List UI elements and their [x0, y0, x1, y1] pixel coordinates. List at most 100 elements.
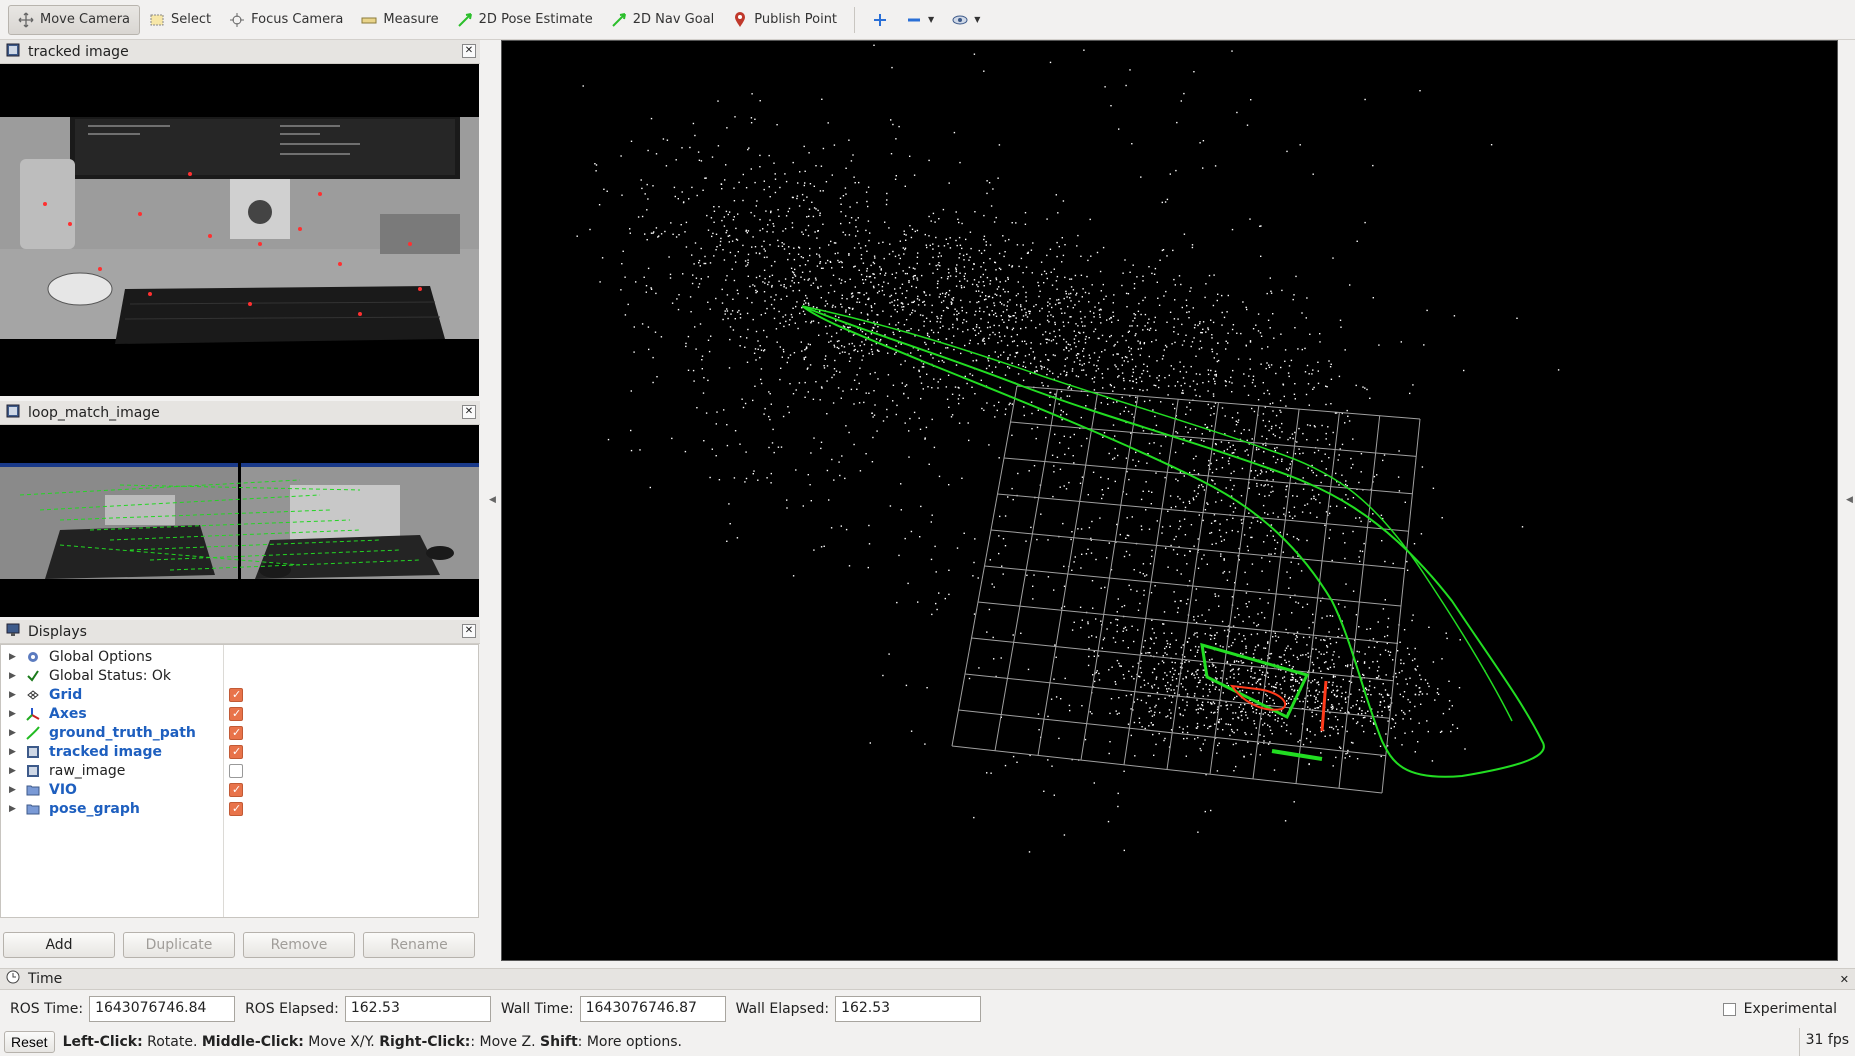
remove-button[interactable]: Remove: [243, 932, 355, 958]
display-checkbox[interactable]: [229, 687, 243, 702]
folder-icon: [25, 782, 41, 798]
display-item-global-status[interactable]: ▶ Global Status: Ok: [1, 666, 478, 685]
feature-point: [1240, 660, 1242, 662]
expand-arrow-icon[interactable]: ▶: [9, 728, 21, 738]
display-checkbox[interactable]: [229, 782, 243, 797]
nav-goal-tool[interactable]: 2D Nav Goal: [602, 5, 724, 35]
add-button[interactable]: Add: [3, 932, 115, 958]
feature-point: [1374, 733, 1376, 735]
feature-point: [1340, 695, 1343, 698]
feature-point: [1260, 255, 1262, 257]
select-tool[interactable]: Select: [140, 5, 220, 35]
display-item-axes[interactable]: ▶ Axes: [1, 704, 478, 723]
feature-point: [1265, 631, 1267, 634]
view-tool-button[interactable]: ▼: [943, 5, 989, 35]
ros-time-field[interactable]: 1643076746.84: [89, 996, 236, 1022]
expand-arrow-icon[interactable]: ▶: [9, 804, 21, 814]
feature-point: [925, 244, 927, 246]
expand-arrow-icon[interactable]: ▶: [9, 766, 21, 776]
feature-point: [726, 275, 728, 277]
feature-point: [909, 225, 911, 227]
expand-arrow-icon[interactable]: ▶: [9, 747, 21, 757]
3d-viewport[interactable]: [501, 3, 1838, 961]
expand-arrow-icon[interactable]: ▶: [9, 709, 21, 719]
rename-button[interactable]: Rename: [363, 932, 475, 958]
feature-point: [1091, 520, 1093, 523]
feature-point: [854, 286, 856, 288]
feature-point: [1223, 570, 1226, 573]
feature-point: [1045, 416, 1047, 419]
expand-arrow-icon[interactable]: ▶: [9, 690, 21, 700]
feature-point: [1102, 387, 1104, 389]
remove-tool-button[interactable]: ▼: [897, 5, 943, 35]
add-tool-button[interactable]: [863, 5, 897, 35]
display-item-ground-truth-path[interactable]: ▶ ground_truth_path: [1, 723, 478, 742]
display-item-pose-graph[interactable]: ▶ pose_graph: [1, 799, 478, 818]
display-item-grid[interactable]: ▶ Grid: [1, 685, 478, 704]
expand-arrow-icon[interactable]: ▶: [9, 652, 21, 662]
display-item-tracked-image[interactable]: ▶ tracked image: [1, 742, 478, 761]
feature-point: [1247, 669, 1249, 672]
focus-camera-tool[interactable]: Focus Camera: [220, 5, 352, 35]
feature-point: [1025, 296, 1027, 298]
display-item-global-options[interactable]: ▶ Global Options: [1, 647, 478, 666]
path-icon: [25, 725, 41, 741]
display-item-raw-image[interactable]: ▶ raw_image: [1, 761, 478, 780]
display-checkbox[interactable]: [229, 763, 243, 778]
wall-time-field[interactable]: 1643076746.87: [579, 996, 726, 1022]
display-checkbox[interactable]: [229, 725, 243, 740]
close-icon[interactable]: ✕: [462, 44, 476, 58]
feature-point: [855, 226, 857, 228]
feature-point: [1144, 640, 1146, 642]
feature-point: [1355, 517, 1357, 519]
collapse-right-handle[interactable]: ◀: [1846, 495, 1853, 505]
measure-tool[interactable]: Measure: [352, 5, 447, 35]
ros-elapsed-field[interactable]: 162.53: [344, 996, 491, 1022]
feature-point: [875, 338, 878, 340]
feature-point: [1394, 722, 1397, 724]
feature-point: [1202, 140, 1205, 142]
feature-point: [1043, 282, 1045, 284]
expand-arrow-icon[interactable]: ▶: [9, 671, 21, 681]
feature-point: [1202, 519, 1204, 522]
feature-point: [980, 379, 982, 381]
feature-point: [906, 272, 908, 275]
display-checkbox[interactable]: [229, 801, 243, 816]
duplicate-button[interactable]: Duplicate: [123, 932, 235, 958]
feature-point: [1132, 459, 1134, 461]
feature-point: [635, 281, 637, 283]
close-icon[interactable]: ✕: [462, 624, 476, 638]
feature-point: [1142, 329, 1144, 331]
move-camera-tool[interactable]: Move Camera: [8, 4, 141, 35]
feature-point: [1133, 721, 1136, 724]
feature-point: [1159, 259, 1161, 261]
pose-estimate-tool[interactable]: 2D Pose Estimate: [448, 5, 602, 35]
close-icon[interactable]: ✕: [1840, 973, 1849, 986]
feature-point: [1092, 607, 1094, 609]
feature-point: [1066, 371, 1068, 374]
wall-elapsed-field[interactable]: 162.53: [835, 996, 982, 1022]
expand-arrow-icon[interactable]: ▶: [9, 785, 21, 795]
publish-point-tool[interactable]: Publish Point: [723, 5, 846, 35]
feature-point: [745, 265, 747, 267]
feature-point: [773, 307, 775, 310]
feature-point: [791, 226, 794, 229]
close-icon[interactable]: ✕: [462, 405, 476, 419]
reset-button[interactable]: Reset: [4, 1031, 55, 1053]
experimental-checkbox[interactable]: [1722, 1002, 1736, 1016]
feature-point: [1149, 563, 1152, 565]
feature-point: [752, 399, 754, 402]
display-item-vio[interactable]: ▶ VIO: [1, 780, 478, 799]
display-checkbox[interactable]: [229, 744, 243, 759]
feature-point: [1285, 468, 1288, 470]
feature-point: [874, 371, 876, 374]
feature-point: [1151, 724, 1154, 726]
collapse-left-handle[interactable]: ◀: [489, 495, 496, 505]
experimental-toggle[interactable]: Experimental: [1722, 1001, 1837, 1017]
feature-point: [936, 320, 938, 323]
feature-point: [1236, 607, 1239, 610]
feature-point: [1086, 275, 1088, 278]
feature-point: [819, 190, 822, 192]
feature-point: [800, 276, 802, 278]
display-checkbox[interactable]: [229, 706, 243, 721]
